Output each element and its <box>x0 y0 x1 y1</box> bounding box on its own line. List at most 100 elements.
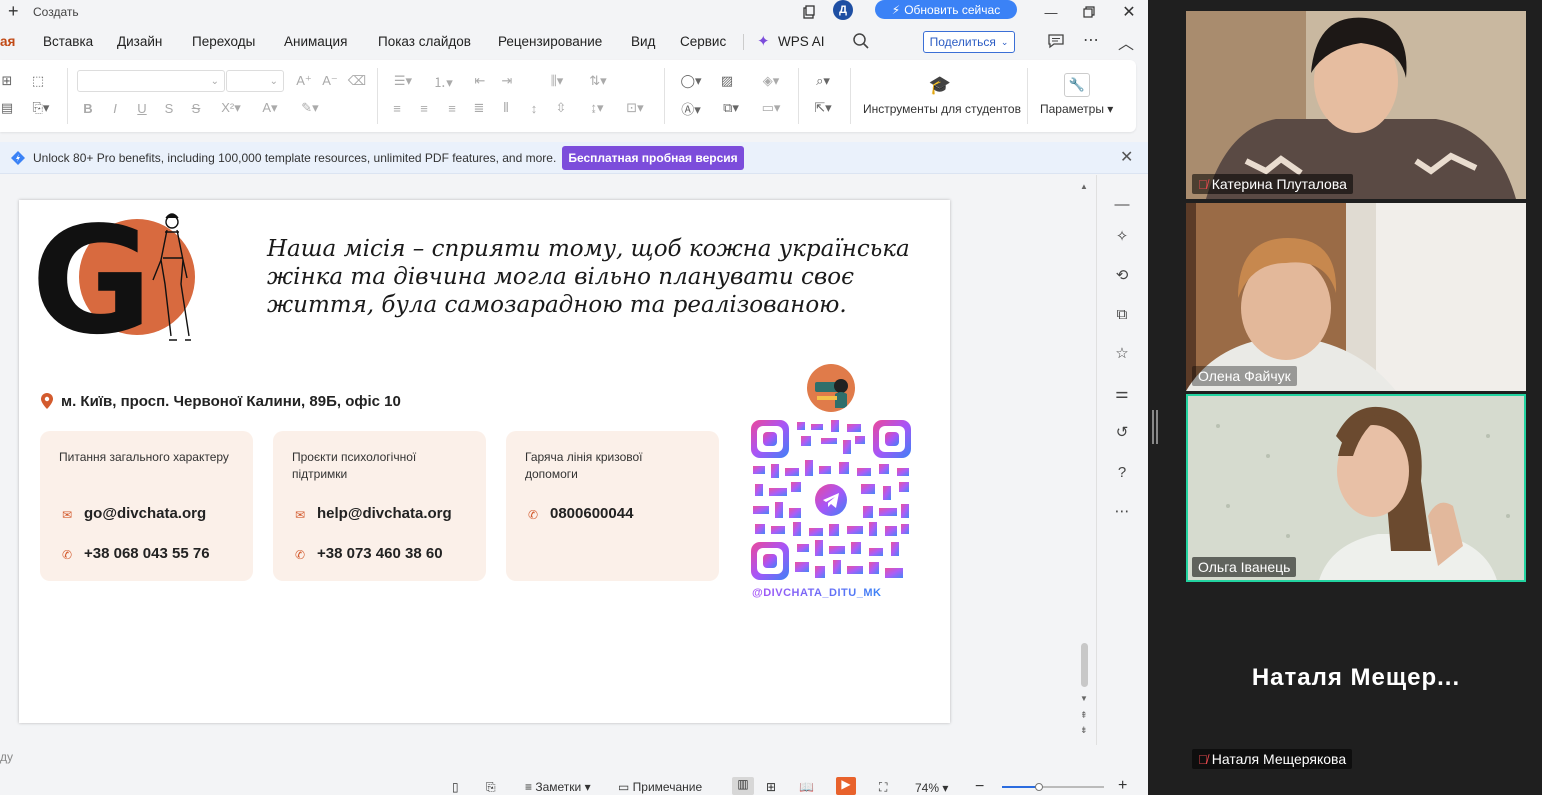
tab-view[interactable]: Вид <box>631 34 655 49</box>
numbering-icon[interactable]: ⒈▾ <box>428 71 458 91</box>
text-box-icon[interactable]: Ⓐ▾ <box>676 98 706 118</box>
shape-style-icon[interactable]: ⟲ <box>1111 264 1133 286</box>
history-icon[interactable]: ↺ <box>1111 421 1133 443</box>
highlight-icon[interactable]: ✎▾ <box>296 98 324 118</box>
zoom-slider[interactable] <box>1002 783 1104 791</box>
fit-icon[interactable]: ⛶ <box>879 780 887 795</box>
prev-slide-icon[interactable]: ⇞ <box>1080 710 1088 721</box>
align-right-icon[interactable]: ≡ <box>443 98 461 118</box>
notes-placeholder[interactable]: ду <box>0 750 13 764</box>
superscript-icon[interactable]: X²▾ <box>218 98 244 118</box>
tab-design[interactable]: Дизайн <box>117 34 162 49</box>
parameters-button[interactable]: Параметры ▾ <box>1040 102 1113 116</box>
distribute-icon[interactable]: ⫴ <box>497 98 515 118</box>
clear-format-icon[interactable]: ⌫ <box>347 71 367 91</box>
outline-icon[interactable]: ▭▾ <box>756 98 786 118</box>
normal-view-icon[interactable]: ▥ <box>732 777 754 795</box>
tab-animation[interactable]: Анимация <box>284 34 347 49</box>
close-icon[interactable]: ✕ <box>1118 2 1140 22</box>
zoom-slider-handle[interactable] <box>1035 783 1043 791</box>
scroll-up-icon[interactable]: ▲ <box>1080 182 1088 191</box>
new-slide-icon[interactable]: ⊞ <box>0 71 14 91</box>
shadow-icon[interactable]: S <box>160 98 178 118</box>
minimize-icon[interactable]: — <box>1040 2 1062 22</box>
notes-button[interactable]: ≡ Заметки ▾ <box>525 780 591 794</box>
columns-icon[interactable]: ⫼▾ <box>542 71 572 91</box>
text-box-align-icon[interactable]: ⊡▾ <box>620 98 650 118</box>
slide-sorter-icon[interactable]: ▯ <box>452 780 459 794</box>
zoom-level[interactable]: 74% ▾ <box>915 781 948 795</box>
increase-indent-icon[interactable]: ⇥ <box>497 71 517 91</box>
font-size-select[interactable]: ⌄ <box>226 70 284 92</box>
avatar[interactable]: Д <box>833 0 853 20</box>
tab-slideshow[interactable]: Показ слайдов <box>378 34 471 49</box>
export-icon[interactable]: ⎘ <box>486 780 496 795</box>
increase-font-icon[interactable]: A⁺ <box>294 71 314 91</box>
participant-tile[interactable]: Олена Файчук <box>1186 203 1526 391</box>
tab-home[interactable]: ая <box>0 34 15 49</box>
free-trial-button[interactable]: Бесплатная пробная версия <box>562 146 744 170</box>
star-icon[interactable]: ☆ <box>1111 342 1133 364</box>
line-spacing-icon[interactable]: ↕ <box>525 98 543 118</box>
restore-icon[interactable] <box>1078 2 1100 22</box>
window-toggle-icon[interactable] <box>798 2 820 22</box>
bold-icon[interactable]: B <box>79 98 97 118</box>
scroll-down-icon[interactable]: ▼ <box>1080 694 1088 703</box>
next-slide-icon[interactable]: ⇟ <box>1080 725 1088 736</box>
participant-tile[interactable]: Наталя Мещер... 🎙̸ Наталя Мещерякова <box>1186 586 1526 774</box>
align-left-icon[interactable]: ≡ <box>388 98 406 118</box>
justify-icon[interactable]: ≣ <box>470 98 488 118</box>
collapse-panel-icon[interactable]: — <box>1111 193 1133 215</box>
copy-style-icon[interactable]: ⧉ <box>1111 303 1133 325</box>
decrease-indent-icon[interactable]: ⇤ <box>470 71 490 91</box>
italic-icon[interactable]: I <box>106 98 124 118</box>
close-banner-icon[interactable]: ✕ <box>1120 147 1133 167</box>
tab-wps-ai[interactable]: WPS AI <box>778 34 825 49</box>
help-icon[interactable]: ? <box>1111 461 1133 483</box>
picture-icon[interactable]: ▨ <box>716 71 738 91</box>
scroll-thumb[interactable] <box>1081 643 1088 687</box>
comment-button[interactable]: ▭ Примечание <box>618 780 702 794</box>
slide-scrollbar[interactable]: ▲ ▼ ⇞ ⇟ <box>1080 180 1090 740</box>
tab-transitions[interactable]: Переходы <box>192 34 255 49</box>
reset-icon[interactable]: ⎘▾ <box>28 98 54 118</box>
spacing-dropdown-icon[interactable]: ↨▾ <box>582 98 612 118</box>
decrease-font-icon[interactable]: A⁻ <box>320 71 340 91</box>
participant-tile[interactable]: 🎙̸ Катерина Плуталова <box>1186 11 1526 199</box>
search-icon[interactable] <box>852 32 870 53</box>
comment-icon[interactable] <box>1047 32 1065 53</box>
zoom-out-icon[interactable]: − <box>975 778 984 795</box>
participant-tile-active-speaker[interactable]: Ольга Іванець <box>1186 394 1526 582</box>
collapse-ribbon-icon[interactable]: ︿ <box>1118 30 1134 54</box>
find-icon[interactable]: ⌕▾ <box>808 71 838 91</box>
underline-icon[interactable]: U <box>133 98 151 118</box>
more-icon[interactable]: ⋯ <box>1083 30 1099 50</box>
zoom-in-icon[interactable]: + <box>1118 777 1127 795</box>
tab-review[interactable]: Рецензирование <box>498 34 602 49</box>
share-button[interactable]: Поделиться ⌄ <box>923 31 1015 53</box>
slide[interactable]: G Наша місія – сприяти тому, щоб кожна у… <box>19 195 950 723</box>
adjust-icon[interactable]: ⚌ <box>1111 382 1133 404</box>
update-now-button[interactable]: ⚡ Обновить сейчас <box>875 0 1017 19</box>
font-family-select[interactable]: ⌄ <box>77 70 225 92</box>
tab-insert[interactable]: Вставка <box>43 34 93 49</box>
arrange-icon[interactable]: ⧉▾ <box>716 98 746 118</box>
shapes-icon[interactable]: ◯▾ <box>676 71 706 91</box>
fill-icon[interactable]: ◈▾ <box>756 71 786 91</box>
create-label[interactable]: Создать <box>33 5 79 19</box>
plus-icon[interactable]: + <box>8 0 19 22</box>
text-direction-icon[interactable]: ⇅▾ <box>583 71 613 91</box>
bullets-icon[interactable]: ☰▾ <box>388 71 418 91</box>
grid-view-icon[interactable]: ⊞ <box>766 780 776 794</box>
section-icon[interactable]: ▤ <box>0 98 14 118</box>
strikethrough-icon[interactable]: S <box>187 98 205 118</box>
students-tools-button[interactable]: Инструменты для студентов <box>863 102 1021 116</box>
layout-icon[interactable]: ⬚ <box>28 71 48 91</box>
font-color-icon[interactable]: A▾ <box>256 98 284 118</box>
reading-view-icon[interactable]: 📖 <box>799 780 814 794</box>
align-center-icon[interactable]: ≡ <box>415 98 433 118</box>
magic-wand-icon[interactable]: ✧ <box>1111 225 1133 247</box>
tab-tools[interactable]: Сервис <box>680 34 726 49</box>
para-spacing-icon[interactable]: ⇳ <box>552 98 570 118</box>
play-slideshow-icon[interactable]: ▶ <box>836 777 856 795</box>
